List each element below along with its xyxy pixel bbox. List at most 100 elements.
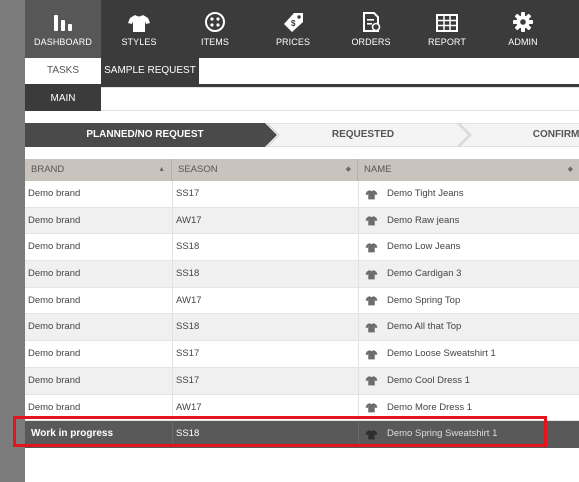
cell-name-text: Demo Spring Top	[387, 294, 461, 306]
tab-tasks[interactable]: TASKS	[25, 58, 101, 84]
cell-name-text: Demo Tight Jeans	[387, 188, 464, 199]
cell-name: Demo Loose Sweatshirt 1	[358, 341, 579, 368]
shirt-icon	[365, 429, 378, 440]
svg-text:$: $	[291, 19, 296, 28]
column-header-season-label: SEASON	[178, 164, 218, 175]
table-row[interactable]: Demo brand SS17 Demo Loose Sweatshirt 1	[25, 341, 579, 368]
cell-name: Demo Cool Dress 1	[358, 367, 579, 394]
button-icon	[205, 12, 225, 32]
cell-brand: Demo brand	[28, 214, 81, 226]
nav-prices[interactable]: $ PRICES	[253, 0, 333, 58]
column-header-season[interactable]: SEASON ◆	[172, 159, 358, 181]
nav-styles-label: STYLES	[121, 37, 157, 47]
sort-ascending-icon: ▲	[158, 166, 165, 173]
nav-dashboard-label: DASHBOARD	[34, 37, 92, 47]
cell-season: SS18	[172, 314, 358, 341]
workflow-step-planned[interactable]: PLANNED/NO REQUEST	[55, 123, 235, 147]
tab-sample-request[interactable]: SAMPLE REQUEST	[101, 58, 199, 84]
table-row[interactable]: Demo brand AW17 Demo More Dress 1	[25, 394, 579, 422]
secondary-nav-filler	[101, 87, 579, 111]
nav-dashboard[interactable]: DASHBOARD	[25, 0, 101, 58]
cell-name: Demo Spring Top	[358, 287, 579, 314]
table-row[interactable]: Demo brand AW17 Demo Spring Top	[25, 287, 579, 315]
cell-season: SS17	[172, 341, 358, 368]
gear-icon	[513, 12, 533, 32]
nav-admin-label: ADMIN	[508, 37, 538, 47]
cell-brand: Demo brand	[28, 321, 81, 333]
nav-orders[interactable]: ORDERS	[333, 0, 409, 58]
shirt-icon	[365, 269, 378, 279]
table-row[interactable]: Demo brand SS17 Demo Tight Jeans	[25, 181, 579, 208]
cell-name-text: Demo Cool Dress 1	[387, 374, 470, 386]
cell-name: Demo Spring Sweatshirt 1	[358, 421, 579, 448]
column-header-name-label: NAME	[364, 164, 392, 175]
shirt-icon	[365, 349, 378, 359]
grid-report-icon	[436, 14, 458, 32]
table-row[interactable]: Demo brand SS18 Demo All that Top	[25, 314, 579, 342]
cell-name-text: Demo Low Jeans	[387, 241, 461, 253]
workflow-step-confirmed[interactable]: CONFIRMED	[503, 123, 579, 147]
cell-name-text: Demo Cardigan 3	[387, 268, 462, 280]
column-header-brand-label: BRAND	[31, 164, 65, 175]
cell-season: AW17	[172, 394, 358, 421]
nav-report[interactable]: REPORT	[409, 0, 485, 58]
shirt-icon	[365, 243, 378, 253]
table-row[interactable]: Demo brand SS18 Demo Low Jeans	[25, 234, 579, 262]
cell-brand: Demo brand	[28, 188, 81, 199]
nav-items[interactable]: ITEMS	[177, 0, 253, 58]
nav-items-label: ITEMS	[200, 37, 229, 47]
cell-brand: Work in progress	[31, 428, 114, 440]
secondary-navigation: MAIN	[25, 87, 579, 111]
cell-brand: Demo brand	[28, 401, 81, 413]
cell-name: Demo All that Top	[358, 314, 579, 341]
cell-name-text: Demo All that Top	[387, 321, 462, 333]
column-header-brand[interactable]: BRAND ▲	[25, 159, 172, 181]
table-row[interactable]: Demo brand SS17 Demo Cool Dress 1	[25, 367, 579, 395]
cell-season: AW17	[172, 287, 358, 314]
cell-name-text: Demo More Dress 1	[387, 401, 472, 413]
tab-main[interactable]: MAIN	[25, 87, 101, 111]
shirt-icon	[365, 216, 378, 226]
nav-prices-label: PRICES	[275, 37, 311, 47]
sub-navigation: TASKS SAMPLE REQUEST	[25, 58, 579, 84]
shirt-icon	[365, 296, 378, 306]
order-document-icon	[363, 12, 381, 32]
table-row[interactable]: Demo brand AW17 Demo Raw jeans	[25, 207, 579, 235]
shirt-icon	[365, 376, 378, 386]
nav-admin[interactable]: ADMIN	[485, 0, 561, 58]
table-header: BRAND ▲ SEASON ◆ NAME ◆	[25, 159, 579, 181]
cell-season: SS17	[172, 367, 358, 394]
cell-name-text: Demo Raw jeans	[387, 214, 460, 226]
nav-orders-label: ORDERS	[351, 37, 391, 47]
cell-season: SS17	[172, 181, 358, 207]
cell-name: Demo Tight Jeans	[358, 181, 579, 207]
sort-both-icon: ◆	[567, 166, 573, 173]
cell-brand: Demo brand	[28, 374, 81, 386]
price-tag-icon: $	[284, 13, 303, 32]
cell-name: Demo Low Jeans	[358, 234, 579, 261]
nav-report-label: REPORT	[428, 37, 466, 47]
cell-season: AW17	[172, 207, 358, 234]
shirt-icon	[365, 323, 378, 333]
column-header-name[interactable]: NAME ◆	[358, 159, 579, 181]
shirt-icon	[128, 15, 150, 32]
cell-brand: Demo brand	[28, 241, 81, 253]
left-gutter	[0, 0, 25, 482]
workflow-step-requested[interactable]: REQUESTED	[273, 123, 453, 147]
nav-styles[interactable]: STYLES	[101, 0, 177, 58]
workflow-steps: PLANNED/NO REQUEST REQUESTED CONFIRMED	[25, 123, 579, 147]
shirt-icon	[365, 189, 378, 199]
table-row[interactable]: Demo brand SS18 Demo Cardigan 3	[25, 261, 579, 288]
table-row-selected[interactable]: Work in progress SS18 Demo Spring Sweats…	[25, 421, 579, 448]
cell-name: Demo Raw jeans	[358, 207, 579, 234]
cell-name: Demo Cardigan 3	[358, 261, 579, 288]
cell-brand: Demo brand	[28, 348, 81, 360]
cell-name-text: Demo Loose Sweatshirt 1	[387, 348, 496, 360]
cell-season: SS18	[172, 234, 358, 261]
cell-brand: Demo brand	[28, 294, 81, 306]
cell-name-text: Demo Spring Sweatshirt 1	[387, 428, 498, 440]
cell-brand: Demo brand	[28, 268, 81, 280]
cell-season: SS18	[172, 421, 358, 448]
shirt-icon	[365, 403, 378, 413]
cell-name: Demo More Dress 1	[358, 394, 579, 421]
